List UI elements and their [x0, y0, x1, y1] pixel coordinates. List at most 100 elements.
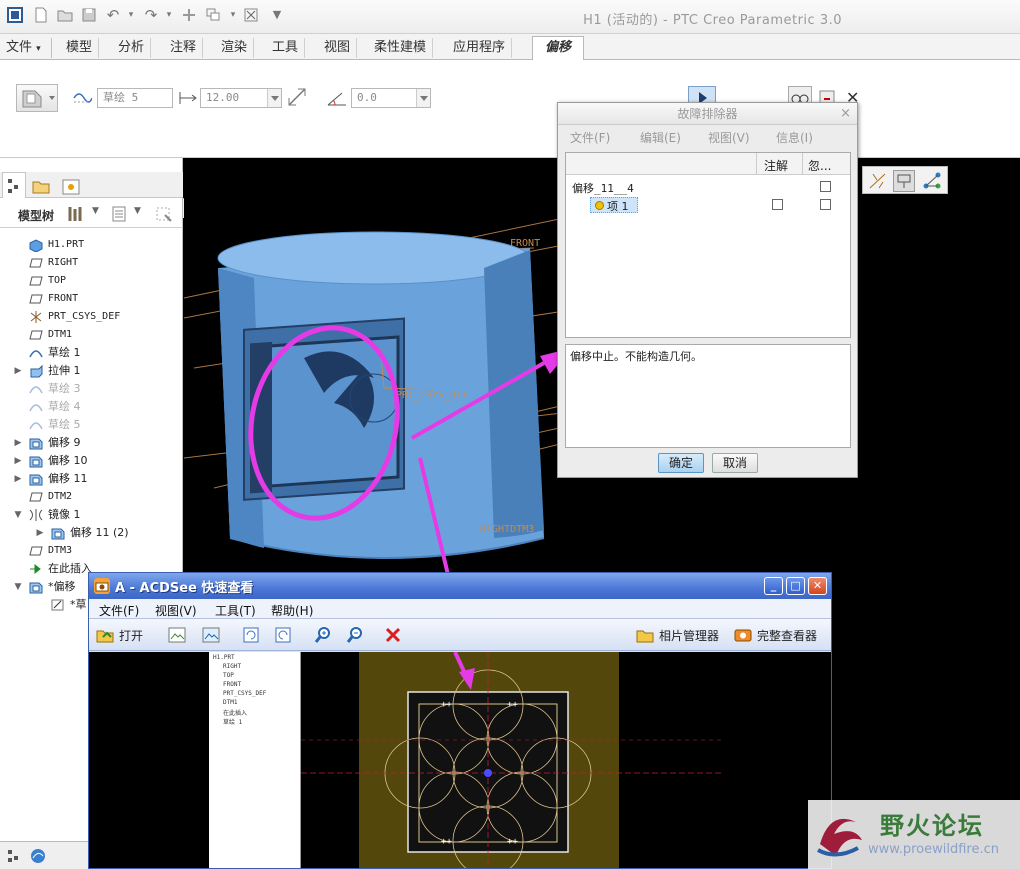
- tab-flexible-modeling[interactable]: 柔性建模: [368, 38, 434, 58]
- open-folder-icon[interactable]: [56, 6, 74, 24]
- angle-dropdown-icon[interactable]: [416, 89, 430, 107]
- tree-item[interactable]: ▶ 偏移 9: [0, 434, 180, 452]
- new-file-icon[interactable]: [32, 6, 50, 24]
- issue-row[interactable]: 项 1: [572, 197, 844, 213]
- customize-qat-icon[interactable]: ▼: [268, 6, 286, 24]
- acdsee-title-bar[interactable]: A - ACDSee 快速查看 _ □ ✕: [89, 573, 831, 599]
- distance-dropdown-icon[interactable]: [267, 89, 281, 107]
- full-viewer-button[interactable]: 完整查看器: [733, 624, 829, 646]
- open-button[interactable]: 打开: [95, 624, 151, 646]
- photo-manager-button[interactable]: 相片管理器: [635, 624, 725, 646]
- expand-arrow-icon[interactable]: ▶: [13, 452, 23, 470]
- tab-model[interactable]: 模型: [60, 38, 100, 58]
- cancel-button[interactable]: 取消: [712, 453, 758, 473]
- tree-item[interactable]: RIGHT: [0, 254, 180, 272]
- ignore-checkbox[interactable]: [820, 199, 831, 210]
- tab-view[interactable]: 视图: [318, 38, 358, 58]
- tab-applications[interactable]: 应用程序: [447, 38, 513, 58]
- collapse-arrow-icon[interactable]: ▼: [13, 578, 23, 596]
- expand-arrow-icon[interactable]: ▶: [13, 434, 23, 452]
- next-image-icon[interactable]: [201, 625, 221, 645]
- navigator-toggle-icon[interactable]: [4, 846, 24, 866]
- navigator-tab-tree[interactable]: [2, 172, 26, 198]
- tree-item[interactable]: 草绘 3: [0, 380, 180, 398]
- distance-field[interactable]: 12.00: [200, 88, 282, 108]
- windows-icon[interactable]: [204, 6, 222, 24]
- tree-item[interactable]: 草绘 4: [0, 398, 180, 416]
- tab-file[interactable]: 文件 ▾: [0, 38, 52, 58]
- tab-render[interactable]: 渲染: [215, 38, 255, 58]
- tree-filter-icon[interactable]: [154, 205, 174, 223]
- tab-analysis[interactable]: 分析: [112, 38, 152, 58]
- tree-item[interactable]: H1.PRT: [0, 236, 180, 254]
- browser-toggle-icon[interactable]: [28, 846, 48, 866]
- acd-menu-tools[interactable]: 工具(T): [215, 602, 256, 619]
- expand-arrow-icon[interactable]: ▶: [13, 470, 23, 488]
- column-ignore[interactable]: 忽...: [808, 157, 831, 174]
- acd-menu-file[interactable]: 文件(F): [99, 602, 139, 619]
- dialog-menu-info[interactable]: 信息(I): [776, 129, 813, 146]
- show-dropdown-icon[interactable]: ▼: [134, 206, 141, 216]
- regenerate-icon[interactable]: [180, 6, 198, 24]
- show-filters-icon[interactable]: [110, 205, 128, 223]
- navigator-tab-favorites[interactable]: [60, 176, 82, 196]
- tab-tools[interactable]: 工具: [266, 38, 306, 58]
- tree-settings-icon[interactable]: [66, 205, 86, 223]
- tree-item[interactable]: 草绘 5: [0, 416, 180, 434]
- note-checkbox[interactable]: [772, 199, 783, 210]
- close-window-icon[interactable]: [242, 6, 260, 24]
- close-button[interactable]: ✕: [808, 577, 827, 595]
- rotate-right-icon[interactable]: [273, 625, 293, 645]
- sketch-selector-icon[interactable]: [72, 86, 93, 106]
- tab-offset[interactable]: 偏移: [532, 36, 584, 60]
- ok-button[interactable]: 确定: [658, 453, 704, 473]
- tree-item[interactable]: DTM2: [0, 488, 180, 506]
- windows-dropdown-icon[interactable]: ▾: [224, 6, 242, 24]
- zoom-out-icon[interactable]: [345, 625, 365, 645]
- redo-dropdown-icon[interactable]: ▾: [160, 6, 178, 24]
- flip-direction-icon[interactable]: [286, 86, 308, 108]
- tab-annotate[interactable]: 注释: [164, 38, 204, 58]
- delete-icon[interactable]: [383, 625, 403, 645]
- datum-display-icon[interactable]: [867, 170, 889, 192]
- acd-menu-help[interactable]: 帮助(H): [271, 602, 313, 619]
- annotation-display-icon[interactable]: [893, 170, 915, 192]
- tree-item[interactable]: DTM1: [0, 326, 180, 344]
- issue-row[interactable]: 偏移_11__4: [572, 179, 844, 195]
- undo-icon[interactable]: ↶: [104, 6, 122, 24]
- tree-item[interactable]: 草绘 1: [0, 344, 180, 362]
- tree-item[interactable]: FRONT: [0, 290, 180, 308]
- tree-item[interactable]: ▶ 偏移 10: [0, 452, 180, 470]
- column-annotation[interactable]: 注解: [764, 157, 788, 174]
- dialog-menu-file[interactable]: 文件(F): [570, 129, 610, 146]
- tree-item[interactable]: ▶ 拉伸 1: [0, 362, 180, 380]
- angle-field[interactable]: 0.0: [351, 88, 431, 108]
- selected-item[interactable]: 项 1: [590, 197, 638, 213]
- rotate-left-icon[interactable]: [241, 625, 261, 645]
- offset-type-button[interactable]: [16, 84, 58, 112]
- tree-item[interactable]: ▼ 镜像 1: [0, 506, 180, 524]
- acdsee-image-view[interactable]: H1.PRT RIGHT TOP FRONT PRT_CSYS_DEF DTM1 在此插入草…: [89, 652, 831, 868]
- spin-center-icon[interactable]: [921, 170, 943, 192]
- dialog-menu-view[interactable]: 视图(V): [708, 129, 750, 146]
- minimize-button[interactable]: _: [764, 577, 783, 595]
- undo-dropdown-icon[interactable]: ▾: [122, 6, 140, 24]
- redo-icon[interactable]: ↷: [142, 6, 160, 24]
- ignore-checkbox[interactable]: [820, 181, 831, 192]
- tree-item[interactable]: PRT_CSYS_DEF: [0, 308, 180, 326]
- tree-item[interactable]: TOP: [0, 272, 180, 290]
- tree-item[interactable]: DTM3: [0, 542, 180, 560]
- zoom-in-icon[interactable]: [313, 625, 333, 645]
- navigator-tab-folder[interactable]: [30, 176, 52, 196]
- dialog-menu-edit[interactable]: 编辑(E): [640, 129, 681, 146]
- tree-item[interactable]: ▶ 偏移 11 (2): [0, 524, 180, 542]
- previous-image-icon[interactable]: [167, 625, 187, 645]
- expand-arrow-icon[interactable]: ▶: [35, 524, 45, 542]
- tree-settings-dropdown-icon[interactable]: ▼: [92, 206, 99, 216]
- tree-item[interactable]: ▶ 偏移 11: [0, 470, 180, 488]
- save-icon[interactable]: [80, 6, 98, 24]
- dialog-close-icon[interactable]: ×: [840, 106, 851, 121]
- expand-arrow-icon[interactable]: ▶: [13, 362, 23, 380]
- acd-menu-view[interactable]: 视图(V): [155, 602, 197, 619]
- sketch-collector-field[interactable]: 草绘 5: [97, 88, 173, 108]
